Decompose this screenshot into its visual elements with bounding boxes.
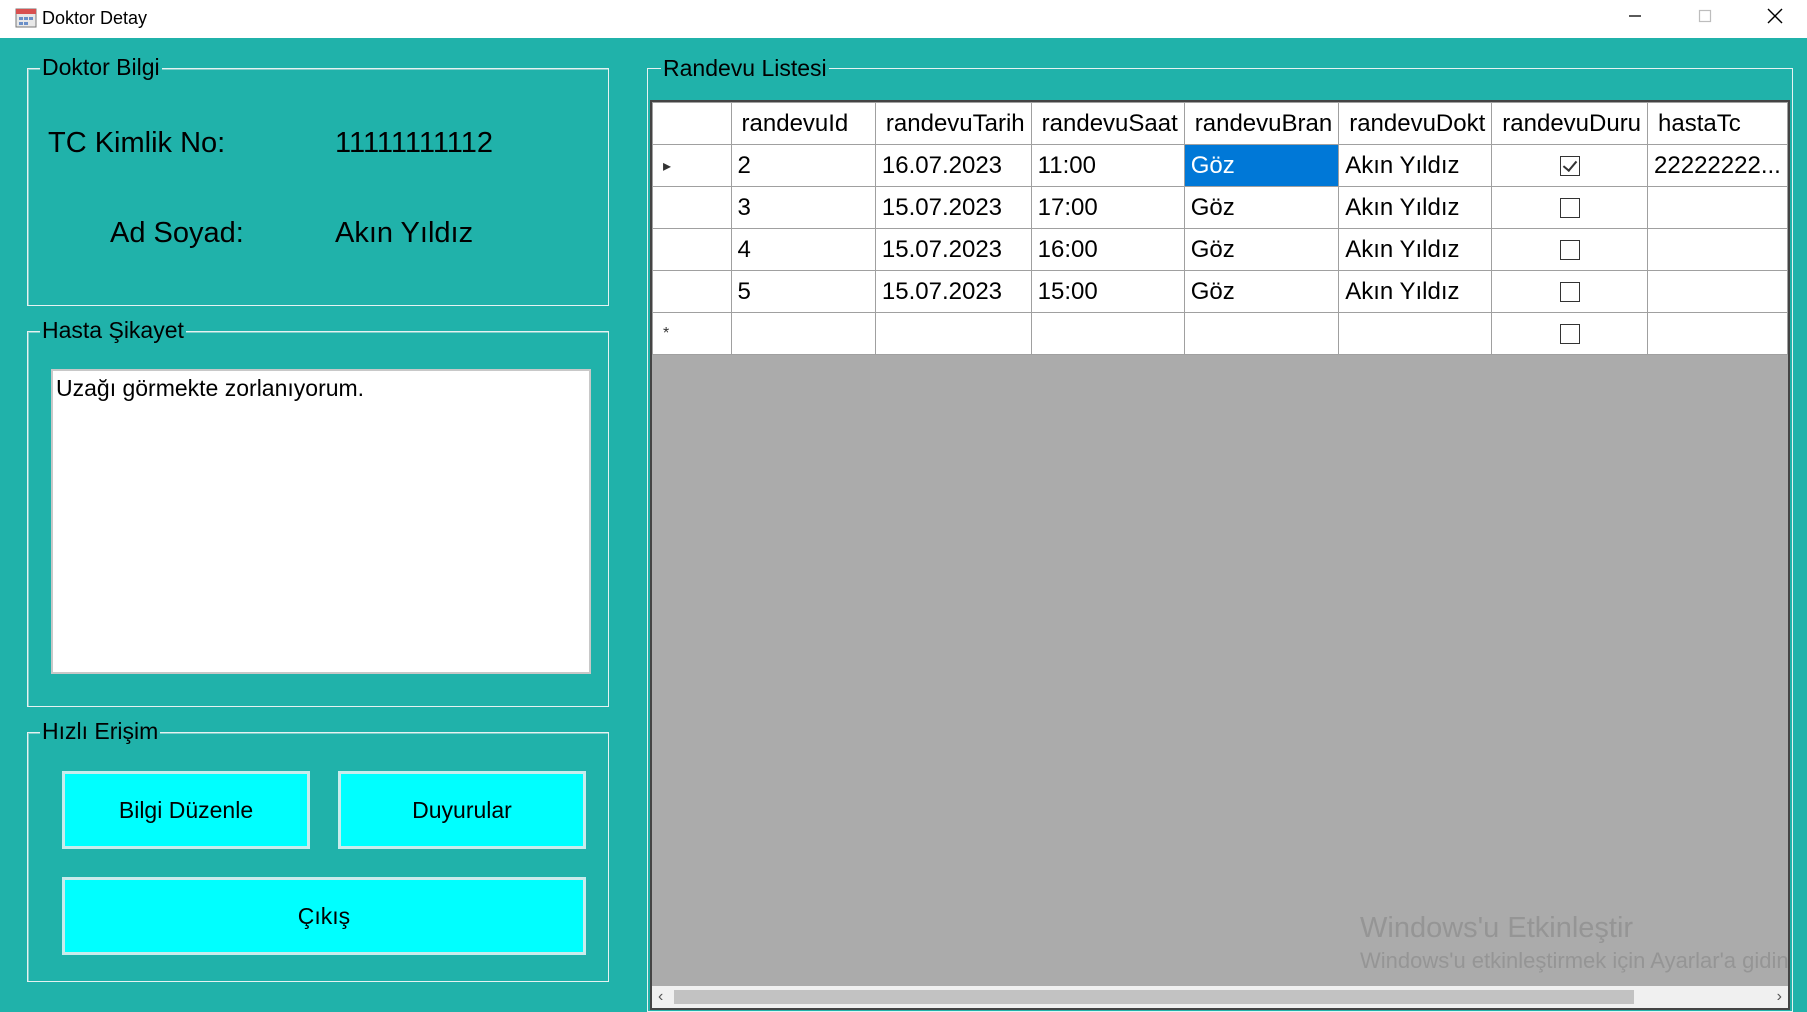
activation-watermark-title: Windows'u Etkinleştir — [1360, 912, 1634, 944]
cell-randevudoktor[interactable]: Akın Yıldız — [1338, 186, 1493, 229]
randevu-datagrid[interactable]: randevuId randevuTarih randevuSaat rande… — [650, 100, 1790, 1010]
randevu-listesi-label: Randevu Listesi — [661, 55, 829, 82]
horizontal-scrollbar[interactable]: ‹ › — [652, 986, 1788, 1008]
row-header[interactable] — [652, 228, 732, 271]
cell-hastatc[interactable] — [1647, 186, 1788, 229]
close-icon — [1767, 8, 1783, 24]
cell-randevutarih[interactable]: 15.07.2023 — [874, 228, 1032, 271]
cell-randevudurum[interactable] — [1491, 270, 1649, 313]
cell-hastatc[interactable] — [1647, 228, 1788, 271]
maximize-icon — [1698, 9, 1712, 23]
cell-randevusaat[interactable]: 11:00 — [1030, 144, 1185, 187]
checkbox-unchecked[interactable] — [1559, 324, 1580, 345]
cell-randevuid[interactable]: 2 — [730, 144, 876, 187]
hasta-sikayet-group: Hasta Şikayet — [27, 317, 609, 707]
table-row[interactable]: ▸ 2 16.07.2023 11:00 Göz Akın Yıldız 222… — [652, 144, 1788, 187]
new-cell[interactable] — [1647, 312, 1788, 355]
maximize-button[interactable] — [1670, 0, 1740, 32]
cell-randevubrans-selected[interactable]: Göz — [1183, 144, 1340, 187]
cell-randevusaat[interactable]: 17:00 — [1030, 186, 1185, 229]
duyurular-button[interactable]: Duyurular — [338, 771, 586, 849]
cell-randevudurum[interactable] — [1491, 144, 1649, 187]
cell-randevuid[interactable]: 5 — [730, 270, 876, 313]
cell-randevutarih[interactable]: 16.07.2023 — [874, 144, 1032, 187]
close-button[interactable] — [1740, 0, 1807, 32]
column-header-randevusaat[interactable]: randevuSaat — [1030, 102, 1185, 145]
cikis-button[interactable]: Çıkış — [62, 877, 586, 955]
new-cell[interactable] — [1183, 312, 1340, 355]
scroll-left-icon[interactable]: ‹ — [658, 988, 663, 1006]
checkbox-checked[interactable] — [1559, 156, 1580, 177]
new-cell-randevudurum[interactable] — [1491, 312, 1649, 355]
complaint-textarea[interactable] — [51, 369, 591, 674]
current-row-marker[interactable]: ▸ — [652, 144, 732, 187]
new-row-marker[interactable]: * — [652, 312, 732, 355]
column-header-randevubrans[interactable]: randevuBran — [1183, 102, 1340, 145]
table-row[interactable]: 5 15.07.2023 15:00 Göz Akın Yıldız — [652, 270, 1788, 313]
name-label: Ad Soyad: — [110, 217, 244, 249]
new-cell[interactable] — [1338, 312, 1493, 355]
row-header[interactable] — [652, 186, 732, 229]
checkbox-unchecked[interactable] — [1559, 198, 1580, 219]
scroll-right-icon[interactable]: › — [1777, 988, 1782, 1006]
hizli-erisim-title: Hızlı Erişim — [40, 718, 161, 745]
column-header-randevutarih[interactable]: randevuTarih — [874, 102, 1032, 145]
cell-randevudoktor[interactable]: Akın Yıldız — [1338, 228, 1493, 271]
cell-randevudurum[interactable] — [1491, 228, 1649, 271]
table-row[interactable]: 3 15.07.2023 17:00 Göz Akın Yıldız — [652, 186, 1788, 229]
row-header[interactable] — [652, 270, 732, 313]
cell-randevudurum[interactable] — [1491, 186, 1649, 229]
cell-randevusaat[interactable]: 15:00 — [1030, 270, 1185, 313]
hizli-erisim-group: Hızlı Erişim Bilgi Düzenle Duyurular Çık… — [27, 718, 609, 982]
app-icon — [15, 8, 37, 28]
new-cell[interactable] — [730, 312, 876, 355]
cell-randevuid[interactable]: 4 — [730, 228, 876, 271]
bilgi-duzenle-button[interactable]: Bilgi Düzenle — [62, 771, 310, 849]
row-header-corner — [652, 102, 732, 145]
hasta-sikayet-title: Hasta Şikayet — [40, 317, 186, 344]
tc-value: 11111111112 — [335, 127, 494, 159]
column-header-randevudurum[interactable]: randevuDuru — [1491, 102, 1649, 145]
cell-randevubrans[interactable]: Göz — [1183, 228, 1340, 271]
new-cell[interactable] — [1030, 312, 1185, 355]
cell-hastatc[interactable]: 22222222... — [1647, 144, 1788, 187]
form-client-area: Doktor Bilgi TC Kimlik No: 11111111112 A… — [2, 38, 1805, 1012]
new-cell[interactable] — [874, 312, 1032, 355]
cell-randevubrans[interactable]: Göz — [1183, 270, 1340, 313]
cell-randevusaat[interactable]: 16:00 — [1030, 228, 1185, 271]
table-row[interactable]: 4 15.07.2023 16:00 Göz Akın Yıldız — [652, 228, 1788, 271]
cell-randevutarih[interactable]: 15.07.2023 — [874, 270, 1032, 313]
tc-label: TC Kimlik No: — [48, 127, 226, 159]
name-value: Akın Yıldız — [335, 217, 474, 249]
cell-randevubrans[interactable]: Göz — [1183, 186, 1340, 229]
column-header-row: randevuId randevuTarih randevuSaat rande… — [652, 102, 1788, 145]
cell-randevutarih[interactable]: 15.07.2023 — [874, 186, 1032, 229]
doktor-bilgi-group: Doktor Bilgi TC Kimlik No: 11111111112 A… — [27, 54, 609, 306]
window-title: Doktor Detay — [42, 8, 148, 28]
minimize-icon — [1629, 15, 1641, 17]
title-bar: Doktor Detay — [0, 0, 1807, 38]
minimize-button[interactable] — [1600, 0, 1670, 32]
cell-randevudoktor[interactable]: Akın Yıldız — [1338, 270, 1493, 313]
checkbox-unchecked[interactable] — [1559, 240, 1580, 261]
activation-watermark-text: Windows'u etkinleştirmek için Ayarlar'a … — [1360, 948, 1790, 973]
cell-randevudoktor[interactable]: Akın Yıldız — [1338, 144, 1493, 187]
cell-hastatc[interactable] — [1647, 270, 1788, 313]
column-header-randevudoktor[interactable]: randevuDokt — [1338, 102, 1493, 145]
randevu-table: randevuId randevuTarih randevuSaat rande… — [652, 102, 1788, 355]
cell-randevuid[interactable]: 3 — [730, 186, 876, 229]
doktor-bilgi-title: Doktor Bilgi — [40, 54, 162, 81]
column-header-randevuid[interactable]: randevuId — [730, 102, 876, 145]
column-header-hastatc[interactable]: hastaTc — [1647, 102, 1788, 145]
checkbox-unchecked[interactable] — [1559, 282, 1580, 303]
new-row[interactable]: * — [652, 312, 1788, 355]
scroll-thumb[interactable] — [674, 990, 1634, 1004]
